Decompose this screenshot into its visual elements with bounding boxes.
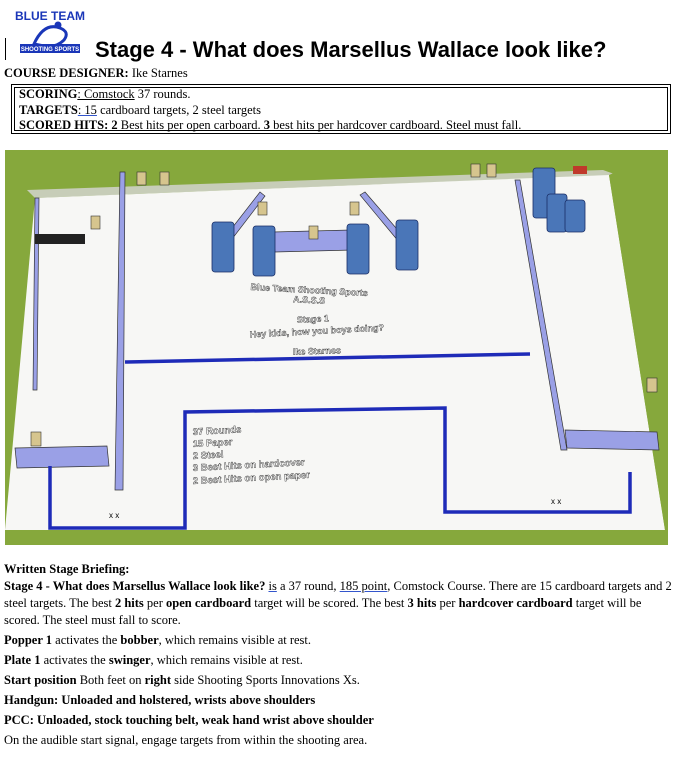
hits-label: SCORED HITS: xyxy=(19,118,109,132)
scoring-box: SCORING: Comstock 37 rounds. TARGETS: 15… xyxy=(11,84,671,134)
briefing-paragraph: Stage 4 - What does Marsellus Wallace lo… xyxy=(4,579,672,627)
logo-runner-icon xyxy=(31,25,68,48)
designer-label: COURSE DESIGNER: xyxy=(4,66,129,80)
briefing-plate: Plate 1 activates the swinger, which rem… xyxy=(4,653,303,667)
start-mark-right: x x xyxy=(551,497,561,506)
start-mark-left: x x xyxy=(109,511,119,520)
hits-t1: Best hits per open carboard. xyxy=(117,118,264,132)
course-designer: COURSE DESIGNER: Ike Starnes xyxy=(4,66,188,81)
scoring-line: SCORING: Comstock 37 rounds. xyxy=(19,87,191,102)
targets-rest: cardboard targets, 2 steel targets xyxy=(96,103,261,117)
briefing-start: Start position Both feet on right side S… xyxy=(4,673,360,687)
hits-line: SCORED HITS: 2 Best hits per open carboa… xyxy=(19,118,521,133)
info-line-2: 2 Steel xyxy=(193,449,224,462)
logo-line1: BLUE TEAM xyxy=(15,9,85,23)
hits-n1: 2 xyxy=(111,118,118,132)
info-line-1: 15 Paper xyxy=(193,437,233,450)
logo-head-icon xyxy=(54,21,62,29)
table xyxy=(35,234,85,244)
hits-t2: best hits per hardcover cardboard. Steel… xyxy=(270,118,522,132)
briefing-final: On the audible start signal, engage targ… xyxy=(4,733,368,747)
left-margin-bar xyxy=(5,38,6,60)
blue-team-logo: BLUE TEAM SHOOTING SPORTS xyxy=(15,9,85,53)
page-title: Stage 4 - What does Marsellus Wallace lo… xyxy=(95,37,607,62)
sign-line5: Ike Starnes xyxy=(293,345,341,357)
logo-line2: SHOOTING SPORTS xyxy=(21,47,79,53)
designer-value: Ike Starnes xyxy=(131,66,188,80)
targets-line: TARGETS: 15 cardboard targets, 2 steel t… xyxy=(19,103,261,118)
briefing-pcc: PCC: Unloaded, stock touching belt, weak… xyxy=(4,713,374,727)
targets-value: : 15 xyxy=(77,103,97,117)
hits-n2: 3 xyxy=(263,118,271,132)
sign-line2: A.S.S.S xyxy=(293,294,325,306)
briefing-handgun: Handgun: Unloaded and holstered, wrists … xyxy=(4,693,316,707)
stage-briefing: Written Stage Briefing: Stage 4 - What d… xyxy=(4,561,672,749)
stage-diagram: Blue Team Shooting Sports A.S.S.S Stage … xyxy=(5,150,668,545)
scoring-value: : Comstock xyxy=(77,87,135,101)
targets-label: TARGETS xyxy=(19,103,78,117)
sign-line3: Stage 1 xyxy=(297,313,329,325)
wall-right-bottom xyxy=(564,429,660,451)
briefing-heading: Written Stage Briefing: xyxy=(4,562,130,576)
scoring-label: SCORING xyxy=(19,87,78,101)
briefing-popper: Popper 1 activates the bobber, which rem… xyxy=(4,633,312,647)
scoring-rest: 37 rounds. xyxy=(134,87,191,101)
steel-popper-icon xyxy=(573,166,587,174)
wall-left-bottom xyxy=(14,445,110,469)
